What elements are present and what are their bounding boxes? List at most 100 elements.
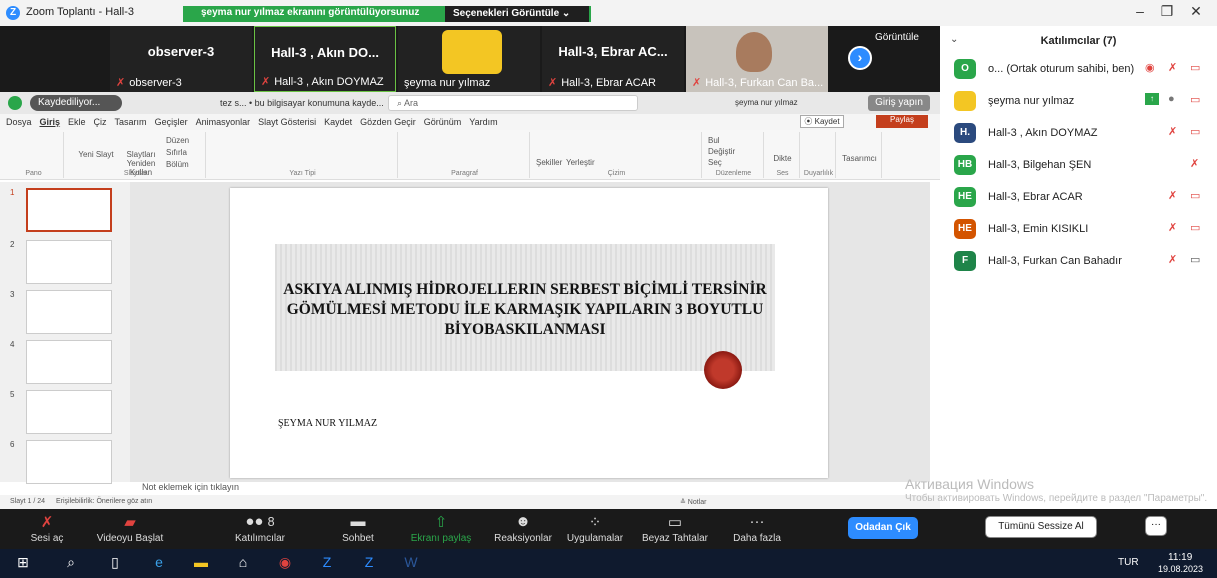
- menu-item[interactable]: Gözden Geçir: [360, 117, 416, 127]
- participant-row[interactable]: HB Hall-3, Bilgehan ŞEN ✗: [940, 152, 1217, 182]
- slide-thumbnail[interactable]: [26, 290, 112, 334]
- whiteboards-button[interactable]: ▭ Beyaz Tahtalar: [640, 513, 710, 544]
- chrome-icon[interactable]: ◉: [274, 554, 296, 574]
- slide-author[interactable]: ŞEYMA NUR YILMAZ: [278, 418, 377, 429]
- zoom-taskbar-icon-2[interactable]: Z: [358, 554, 380, 574]
- section-button[interactable]: Bölüm: [166, 160, 189, 169]
- participant-row[interactable]: HE Hall-3, Emin KISIKLI ✗ ▭: [940, 216, 1217, 246]
- menu-item[interactable]: Ekle: [68, 117, 86, 127]
- reactions-button[interactable]: ☻ Reaksiyonlar: [488, 513, 558, 544]
- minimize-button[interactable]: –: [1130, 3, 1150, 21]
- ribbon-group-sensitivity[interactable]: Duyarlılık: [802, 132, 836, 178]
- view-options-button[interactable]: Seçenekleri Görüntüle ⌄: [445, 6, 589, 22]
- menu-item[interactable]: Tasarım: [115, 117, 147, 127]
- accessibility-status[interactable]: Erişilebilirlik: Önerilere göz atın: [56, 498, 152, 505]
- video-off-icon: ▭: [1190, 62, 1201, 74]
- slide-title[interactable]: ASKIYA ALINMIŞ HİDROJELLERIN SERBEST BİÇ…: [275, 280, 775, 340]
- more-button[interactable]: ··· Daha fazla: [722, 513, 792, 544]
- participant-row[interactable]: O o... (Ortak oturum sahibi, ben) ◉ ✗ ▭: [940, 56, 1217, 86]
- task-view-icon[interactable]: ▯: [104, 554, 126, 574]
- slide-canvas[interactable]: ASKIYA ALINMIŞ HİDROJELLERIN SERBEST BİÇ…: [230, 188, 828, 478]
- participant-row[interactable]: HE Hall-3, Ebrar ACAR ✗ ▭: [940, 184, 1217, 214]
- next-page-icon[interactable]: ›: [848, 46, 872, 70]
- zoom-share-icon: [8, 96, 22, 110]
- ribbon-group-editing[interactable]: Bul Değiştir Seç Düzenleme: [704, 132, 764, 178]
- file-name[interactable]: tez s... • bu bilgisayar konumuna kayde.…: [220, 98, 384, 108]
- video-tile[interactable]: Hall-3, Ebrar AC... ✗ Hall-3, Ebrar ACAR: [542, 26, 684, 92]
- close-button[interactable]: ✕: [1186, 3, 1206, 21]
- video-tile[interactable]: ✗ Hall-3, Furkan Can Ba...: [686, 26, 828, 92]
- search-icon[interactable]: ⌕: [60, 554, 82, 574]
- notes-button[interactable]: ≙ Notlar: [680, 498, 706, 506]
- ribbon-group-slides[interactable]: Yeni Slayt Slaytları Yeniden Kullan Düze…: [66, 132, 206, 178]
- mute-all-button[interactable]: Tümünü Sessize Al: [985, 516, 1097, 538]
- menu-item[interactable]: Dosya: [6, 117, 32, 127]
- clock-time[interactable]: 11:19: [1168, 552, 1192, 563]
- notes-pane[interactable]: Not eklemek için tıklayın: [130, 482, 930, 494]
- avatar: F: [954, 251, 976, 271]
- edge-icon[interactable]: e: [148, 554, 170, 574]
- slide-thumbnail[interactable]: [26, 340, 112, 384]
- menu-item[interactable]: Yardım: [469, 117, 497, 127]
- start-video-button[interactable]: ▰ Videoyu Başlat: [95, 513, 165, 544]
- menu-item[interactable]: Çiz: [94, 117, 107, 127]
- ribbon-group-paragraph[interactable]: Paragraf: [400, 132, 530, 178]
- video-tile[interactable]: Hall-3 , Akın DO... ✗ Hall-3 , Akın DOYMA…: [254, 26, 396, 92]
- mic-muted-icon: ✗: [692, 77, 702, 89]
- reset-button[interactable]: Sıfırla: [166, 148, 187, 157]
- windows-start-icon[interactable]: ⊞: [12, 554, 34, 574]
- view-label[interactable]: Görüntüle: [875, 32, 919, 43]
- replace-button[interactable]: Değiştir: [708, 147, 735, 156]
- chat-button[interactable]: ▬ Sohbet: [323, 513, 393, 544]
- slide-thumbnail[interactable]: [26, 390, 112, 434]
- arrange-button[interactable]: Yerleştir: [566, 158, 595, 167]
- menu-item[interactable]: Giriş: [40, 117, 61, 127]
- recording-indicator[interactable]: Kaydediliyor...: [30, 95, 122, 111]
- participants-icon: ●● 8: [245, 513, 275, 530]
- dictate-button[interactable]: Dikte: [766, 154, 799, 163]
- clock-date[interactable]: 19.08.2023: [1158, 564, 1203, 574]
- participants-button[interactable]: ●● 8 Katılımcılar: [225, 513, 295, 544]
- new-slide-button[interactable]: Yeni Slayt: [76, 150, 116, 159]
- shapes-button[interactable]: Şekiller: [536, 158, 562, 167]
- share-screen-button[interactable]: ⇧ Ekranı paylaş: [406, 513, 476, 544]
- layout-button[interactable]: Düzen: [166, 136, 189, 145]
- share-button[interactable]: Paylaş: [876, 115, 928, 128]
- menu-item[interactable]: Kaydet: [324, 117, 352, 127]
- language-indicator[interactable]: TUR: [1118, 557, 1139, 568]
- ribbon-group-font[interactable]: Yazı Tipi: [208, 132, 398, 178]
- ribbon-group-designer[interactable]: Tasarımcı: [838, 132, 882, 178]
- select-button[interactable]: Seç: [708, 158, 722, 167]
- participant-row[interactable]: H. Hall-3 , Akın DOYMAZ ✗ ▭: [940, 120, 1217, 150]
- slide-thumbnail[interactable]: [26, 188, 112, 232]
- apps-button[interactable]: ⁘ Uygulamalar: [560, 513, 630, 544]
- menu-item[interactable]: Görünüm: [424, 117, 462, 127]
- ribbon-group-clipboard[interactable]: Pano: [4, 132, 64, 178]
- participant-row[interactable]: şeyma nur yılmaz ↑ ● ▭: [940, 88, 1217, 118]
- leave-room-button[interactable]: Odadan Çık: [848, 517, 918, 539]
- zoom-taskbar-icon[interactable]: Z: [316, 554, 338, 574]
- ribbon-group-drawing[interactable]: Şekiller Yerleştir Çizim: [532, 132, 702, 178]
- video-tile[interactable]: observer-3 ✗ observer-3: [110, 26, 252, 92]
- designer-button[interactable]: Tasarımcı: [838, 154, 881, 163]
- video-tile[interactable]: şeyma nur yılmaz: [398, 26, 540, 92]
- save-button[interactable]: ⦿ Kaydet: [800, 115, 844, 128]
- menu-item[interactable]: Animasyonlar: [196, 117, 251, 127]
- slide-thumbnail[interactable]: [26, 240, 112, 284]
- menu-item[interactable]: Slayt Gösterisi: [258, 117, 316, 127]
- sign-in-button[interactable]: Giriş yapın: [868, 95, 930, 111]
- find-button[interactable]: Bul: [708, 136, 720, 145]
- avatar-image: [442, 30, 502, 74]
- participant-row[interactable]: F Hall-3, Furkan Can Bahadır ✗ ▭: [940, 248, 1217, 278]
- search-input[interactable]: ⌕ Ara: [388, 95, 638, 111]
- sharing-icon: ↑: [1145, 93, 1159, 105]
- store-icon[interactable]: ⌂: [232, 554, 254, 574]
- menu-item[interactable]: Geçişler: [155, 117, 188, 127]
- unmute-button[interactable]: ✗ Sesi aç: [12, 513, 82, 544]
- panel-more-button[interactable]: ···: [1145, 516, 1167, 536]
- slide-thumbnail[interactable]: [26, 440, 112, 484]
- word-icon[interactable]: W: [400, 554, 422, 574]
- maximize-button[interactable]: ❐: [1157, 3, 1177, 21]
- file-explorer-icon[interactable]: ▬: [190, 554, 212, 574]
- ribbon-group-voice[interactable]: Dikte Ses: [766, 132, 800, 178]
